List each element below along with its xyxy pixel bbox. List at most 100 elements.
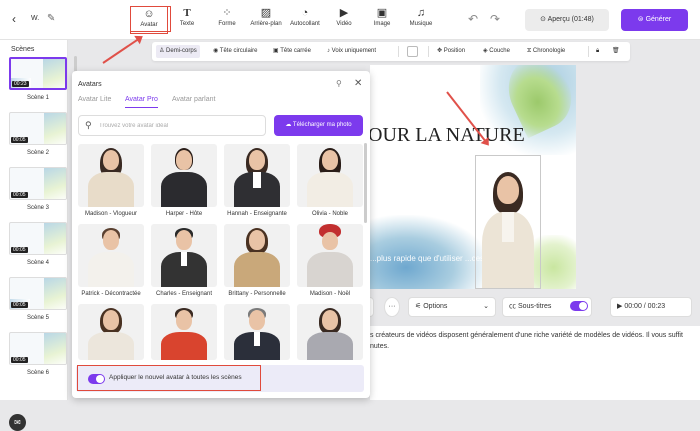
scene-thumbnail: 00:23 xyxy=(9,57,67,90)
avatar-card[interactable]: Olivia - Noble xyxy=(297,144,363,217)
scene-label: Scène 1 xyxy=(26,95,50,101)
preview-button[interactable]: ⊙ Aperçu (01:48) xyxy=(525,9,609,31)
project-name[interactable]: W. xyxy=(31,15,39,22)
scene-label: Scène 5 xyxy=(26,315,50,321)
playback-controls: ··· ⚟ Options ⌄ ㏄ Sous-titres ▶ 00:00 / 0… xyxy=(364,293,700,321)
scene-item[interactable]: 00:05 Scène 3 xyxy=(9,167,67,211)
avatar-thumbnail xyxy=(78,304,144,360)
timeline-button[interactable]: ⧖ Chronologie xyxy=(524,45,568,58)
avatar-grid: Madison - Vlogueur Harper - Hôte Hannah … xyxy=(78,144,364,360)
avatar-card[interactable] xyxy=(297,304,363,360)
avatar-card[interactable]: Hannah - Enseignante xyxy=(224,144,290,217)
lock-icon[interactable]: 🔒︎ xyxy=(593,45,602,58)
search-icon: ⚲ xyxy=(85,120,92,130)
avatar-card[interactable] xyxy=(78,304,144,360)
circle-head-option[interactable]: ◉ Tête circulaire xyxy=(210,45,260,58)
avatars-panel: Avatars ⚲ ✕ Avatar Lite Avatar Pro Avata… xyxy=(72,71,370,398)
avatar-name: Charles - Enseignant xyxy=(155,291,213,297)
avatar-thumbnail xyxy=(297,304,363,360)
scene-item[interactable]: 00:05 Scène 2 xyxy=(9,112,67,156)
generate-button[interactable]: ⊜ Générer xyxy=(621,9,688,31)
shapes-icon: ⁘ xyxy=(222,7,232,19)
half-body-option[interactable]: ♙ Demi-corps xyxy=(156,45,200,58)
highlight-avatar-tool xyxy=(130,6,171,32)
avatar-thumbnail xyxy=(224,224,290,287)
upload-photo-button[interactable]: ☁ Télécharger ma photo xyxy=(274,115,363,136)
trash-icon[interactable]: 🗑︎ xyxy=(609,45,623,58)
scene-item[interactable]: 00:05 Scène 4 xyxy=(9,222,67,266)
top-toolbar: ‹ W. ✎ ☺ Avatar T Texte ⁘ Forme ▨ Arrièr… xyxy=(0,0,700,40)
avatar-card[interactable]: Harper - Hôte xyxy=(151,144,217,217)
avatar-name: Patrick - Décontractée xyxy=(81,291,141,297)
square-head-option[interactable]: ▣ Tête carrée xyxy=(270,45,314,58)
play-control[interactable]: ▶ 00:00 / 00:23 xyxy=(610,297,692,317)
tab-avatar-pro[interactable]: Avatar Pro xyxy=(125,96,158,108)
tool-label: Musique xyxy=(409,21,433,27)
panel-scrollbar[interactable] xyxy=(364,143,367,223)
tab-avatar-parlant[interactable]: Avatar parlant xyxy=(172,96,215,103)
avatar-thumbnail xyxy=(78,144,144,207)
avatar-card[interactable]: Charles - Enseignant xyxy=(151,224,217,297)
redo-icon[interactable]: ↷ xyxy=(490,12,500,26)
subtitles-icon: ㏄ xyxy=(509,303,518,310)
voice-only-option[interactable]: ♪ Voix uniquement xyxy=(324,45,379,58)
tool-video[interactable]: ▶ Vidéo xyxy=(325,6,363,34)
options-dropdown[interactable]: ⚟ Options ⌄ xyxy=(408,297,496,317)
avatar-card[interactable] xyxy=(224,304,290,360)
timeline-label: Chronologie xyxy=(532,48,566,54)
subtitles-label: Sous-titres xyxy=(517,303,552,310)
canvas-avatar[interactable] xyxy=(475,155,541,289)
highlight-apply-all xyxy=(77,365,261,391)
time-readout: 00:00 / 00:23 xyxy=(624,303,666,310)
circle-head-icon: ◉ xyxy=(213,48,220,54)
annotation-arrow xyxy=(102,36,142,64)
tool-label: Arrière-plan xyxy=(250,21,282,27)
more-icon[interactable]: ··· xyxy=(384,297,400,317)
scene-thumbnail: 00:05 xyxy=(9,167,67,200)
tool-image[interactable]: ▣ Image xyxy=(363,6,401,34)
scene-label: Scène 2 xyxy=(26,150,50,156)
avatar-card[interactable]: Brittany - Personnelle xyxy=(224,224,290,297)
scene-item[interactable]: 00:05 Scène 6 xyxy=(9,332,67,376)
subtitles-toggle[interactable] xyxy=(570,301,588,311)
tool-label: Image xyxy=(373,21,391,27)
undo-icon[interactable]: ↶ xyxy=(468,12,478,26)
tool-shape[interactable]: ⁘ Forme xyxy=(208,6,246,34)
avatar-thumbnail xyxy=(151,224,217,287)
video-canvas[interactable]: OUR LA NATURE ...plus rapide que d'utili… xyxy=(370,65,576,289)
scene-duration: 00:05 xyxy=(11,192,28,198)
background-icon: ▨ xyxy=(260,7,272,19)
tool-text[interactable]: T Texte xyxy=(168,6,206,34)
scene-label: Scène 6 xyxy=(26,370,50,376)
canvas-title[interactable]: OUR LA NATURE xyxy=(370,124,525,147)
tool-background[interactable]: ▨ Arrière-plan xyxy=(247,6,285,34)
upload-icon: ☁ xyxy=(285,122,293,128)
position-button[interactable]: ✥ Position xyxy=(434,45,468,58)
avatar-card[interactable]: Patrick - Décontractée xyxy=(78,224,144,297)
chevron-down-icon: ⌄ xyxy=(483,303,489,310)
edit-pencil-icon[interactable]: ✎ xyxy=(47,13,55,24)
tool-sticker[interactable]: ◔ Autocollant xyxy=(286,6,324,34)
scene-item[interactable]: 00:05 Scène 5 xyxy=(9,277,67,321)
back-arrow-icon[interactable]: ‹ xyxy=(12,12,16,26)
scene-duration: 00:23 xyxy=(12,81,29,87)
script-editor[interactable]: s créateurs de vidéos disposent générale… xyxy=(370,326,700,400)
pin-icon[interactable]: ⚲ xyxy=(336,79,342,88)
avatar-thumbnail xyxy=(297,224,363,287)
avatar-search-input[interactable] xyxy=(99,119,259,133)
chat-icon[interactable]: ✉ xyxy=(9,414,26,431)
close-icon[interactable]: ✕ xyxy=(354,78,362,89)
options-label: Options xyxy=(423,303,448,310)
panel-title: Avatars xyxy=(78,81,102,88)
tool-music[interactable]: ♫ Musique xyxy=(402,6,440,34)
avatar-card[interactable] xyxy=(151,304,217,360)
avatar-card[interactable]: Madison - Noël xyxy=(297,224,363,297)
scene-duration: 00:05 xyxy=(11,302,28,308)
layer-button[interactable]: ◈ Couche xyxy=(480,45,513,58)
scene-item[interactable]: 00:23 Scène 1 xyxy=(9,57,67,101)
avatar-card[interactable]: Madison - Vlogueur xyxy=(78,144,144,217)
upload-label: Télécharger ma photo xyxy=(292,122,352,128)
tab-avatar-lite[interactable]: Avatar Lite xyxy=(78,96,111,103)
avatar-thumbnail xyxy=(78,224,144,287)
color-swatch[interactable] xyxy=(407,46,418,57)
